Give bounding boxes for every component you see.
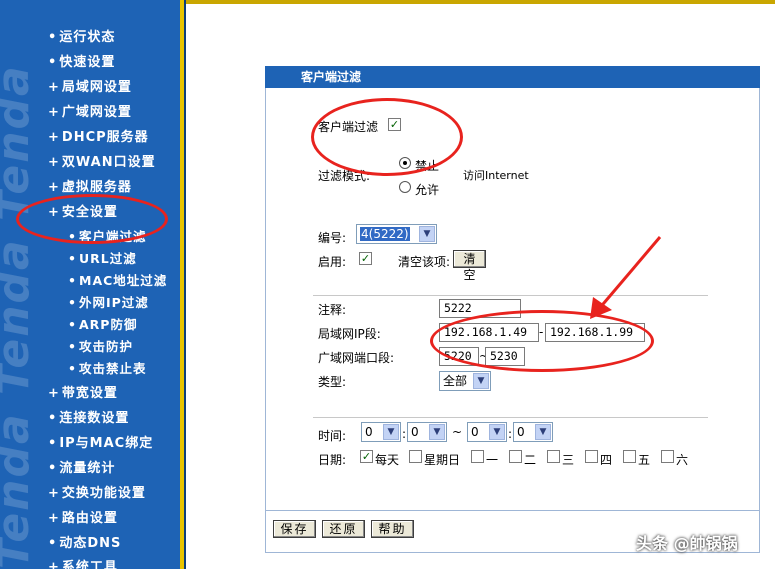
annotation-arrow [590,236,662,319]
source-watermark: 头条 @帥锅锅 [636,534,738,553]
